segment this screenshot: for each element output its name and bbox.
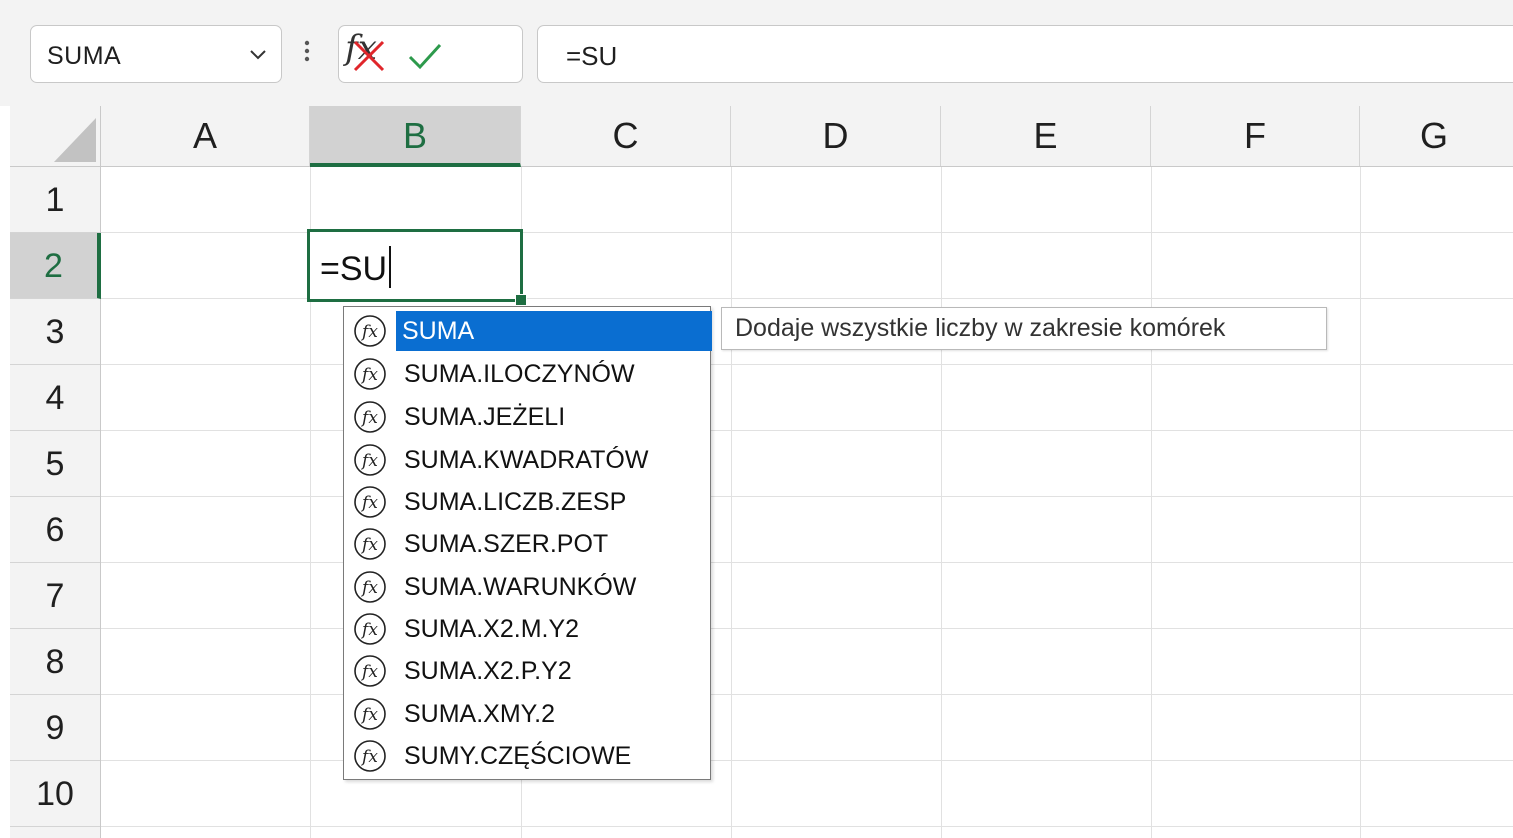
autocomplete-item-label: SUMA.LICZB.ZESP <box>404 488 627 516</box>
close-icon[interactable] <box>351 38 387 74</box>
svg-text:fx: fx <box>360 578 378 598</box>
function-icon: fx <box>354 315 386 347</box>
svg-text:fx: fx <box>360 451 378 471</box>
function-icon: fx <box>354 486 386 518</box>
row-header-1[interactable]: 1 <box>10 167 100 233</box>
checkmark-icon[interactable] <box>407 38 443 74</box>
formula-input[interactable]: =SU <box>537 25 1513 83</box>
autocomplete-item-label: SUMA.XMY.2 <box>404 700 555 728</box>
function-icon: fx <box>354 571 386 603</box>
autocomplete-item-suma-warunkow[interactable]: fx SUMA.WARUNKÓW <box>348 567 706 607</box>
function-icon: fx <box>354 698 386 730</box>
autocomplete-item-suma-liczb-zesp[interactable]: fx SUMA.LICZB.ZESP <box>348 482 706 522</box>
row-header-3[interactable]: 3 <box>10 299 100 365</box>
column-header-g[interactable]: G <box>1360 106 1513 166</box>
autocomplete-item-sumy-czesciowe[interactable]: fx SUMY.CZĘŚCIOWE <box>348 736 706 776</box>
formula-buttons-group: fx <box>338 25 523 83</box>
fill-handle[interactable] <box>515 294 527 306</box>
autocomplete-item-suma-xmy-2[interactable]: fx SUMA.XMY.2 <box>348 694 706 734</box>
svg-text:fx: fx <box>360 365 378 385</box>
autocomplete-item-label: SUMY.CZĘŚCIOWE <box>404 742 632 770</box>
autocomplete-item-suma-jezeli[interactable]: fx SUMA.JEŻELI <box>348 397 706 437</box>
row-header-column: 1 2 3 4 5 6 7 8 9 10 <box>10 167 101 838</box>
row-header-2[interactable]: 2 <box>10 233 101 299</box>
formula-input-text: =SU <box>566 41 618 71</box>
row-header-8[interactable]: 8 <box>10 629 100 695</box>
autocomplete-item-label: SUMA.WARUNKÓW <box>404 573 637 601</box>
function-autocomplete-list: fx SUMA fx SUMA.ILOCZYNÓW fx SUMA.JEŻELI… <box>343 306 712 780</box>
svg-text:fx: fx <box>360 662 378 682</box>
column-header-d[interactable]: D <box>731 106 941 166</box>
excel-window: SUMA fx =SU A B C D E F G 1 2 3 4 5 6 7 … <box>0 0 1513 838</box>
autocomplete-item-label: SUMA.X2.P.Y2 <box>404 657 572 685</box>
autocomplete-item-label: SUMA.SZER.POT <box>404 530 609 558</box>
autocomplete-item-suma-iloczynow[interactable]: fx SUMA.ILOCZYNÓW <box>348 354 706 394</box>
function-icon: fx <box>354 740 386 772</box>
name-box[interactable]: SUMA <box>30 25 282 83</box>
svg-text:fx: fx <box>360 322 378 342</box>
autocomplete-item-label: SUMA.JEŻELI <box>404 403 566 431</box>
chevron-down-icon[interactable] <box>245 44 271 66</box>
column-header-a[interactable]: A <box>101 106 310 166</box>
autocomplete-item-label: SUMA <box>396 311 712 351</box>
row-header-6[interactable]: 6 <box>10 497 100 563</box>
column-header-row: A B C D E F G <box>101 106 1513 167</box>
name-box-value: SUMA <box>47 42 122 70</box>
active-cell-text: =SU <box>320 246 392 289</box>
svg-text:fx: fx <box>360 620 378 640</box>
function-icon: fx <box>354 613 386 645</box>
autocomplete-item-suma[interactable]: fx SUMA <box>348 311 712 351</box>
svg-text:fx: fx <box>360 535 378 555</box>
autocomplete-item-suma-x2-m-y2[interactable]: fx SUMA.X2.M.Y2 <box>348 609 706 649</box>
column-header-b[interactable]: B <box>310 106 521 167</box>
svg-text:fx: fx <box>360 408 378 428</box>
function-icon: fx <box>354 655 386 687</box>
svg-text:fx: fx <box>360 747 378 767</box>
autocomplete-item-suma-szer-pot[interactable]: fx SUMA.SZER.POT <box>348 524 706 564</box>
autocomplete-item-suma-x2-p-y2[interactable]: fx SUMA.X2.P.Y2 <box>348 651 706 691</box>
column-header-c[interactable]: C <box>521 106 731 166</box>
row-header-7[interactable]: 7 <box>10 563 100 629</box>
row-header-5[interactable]: 5 <box>10 431 100 497</box>
row-header-9[interactable]: 9 <box>10 695 100 761</box>
autocomplete-item-label: SUMA.X2.M.Y2 <box>404 615 580 643</box>
text-caret <box>389 246 392 288</box>
autocomplete-item-suma-kwadratow[interactable]: fx SUMA.KWADRATÓW <box>348 440 706 480</box>
formula-bar: SUMA fx =SU <box>0 0 1513 106</box>
column-header-e[interactable]: E <box>941 106 1151 166</box>
svg-text:fx: fx <box>360 705 378 725</box>
tooltip-text: Dodaje wszystkie liczby w zakresie komór… <box>735 314 1226 342</box>
more-options-icon[interactable] <box>303 40 311 66</box>
row-header-4[interactable]: 4 <box>10 365 100 431</box>
function-icon: fx <box>354 401 386 433</box>
autocomplete-item-label: SUMA.ILOCZYNÓW <box>404 360 635 388</box>
column-header-f[interactable]: F <box>1151 106 1360 166</box>
function-tooltip: Dodaje wszystkie liczby w zakresie komór… <box>721 307 1327 350</box>
function-icon: fx <box>354 358 386 390</box>
select-all-button[interactable] <box>10 106 101 167</box>
function-icon: fx <box>354 444 386 476</box>
function-icon: fx <box>354 528 386 560</box>
active-cell-b2[interactable]: =SU <box>307 229 523 302</box>
autocomplete-item-label: SUMA.KWADRATÓW <box>404 446 649 474</box>
row-header-10[interactable]: 10 <box>10 761 100 827</box>
spreadsheet-grid: A B C D E F G 1 2 3 4 5 6 7 8 9 10 <box>0 106 1513 838</box>
svg-text:fx: fx <box>360 493 378 513</box>
select-all-triangle-icon <box>54 118 96 162</box>
